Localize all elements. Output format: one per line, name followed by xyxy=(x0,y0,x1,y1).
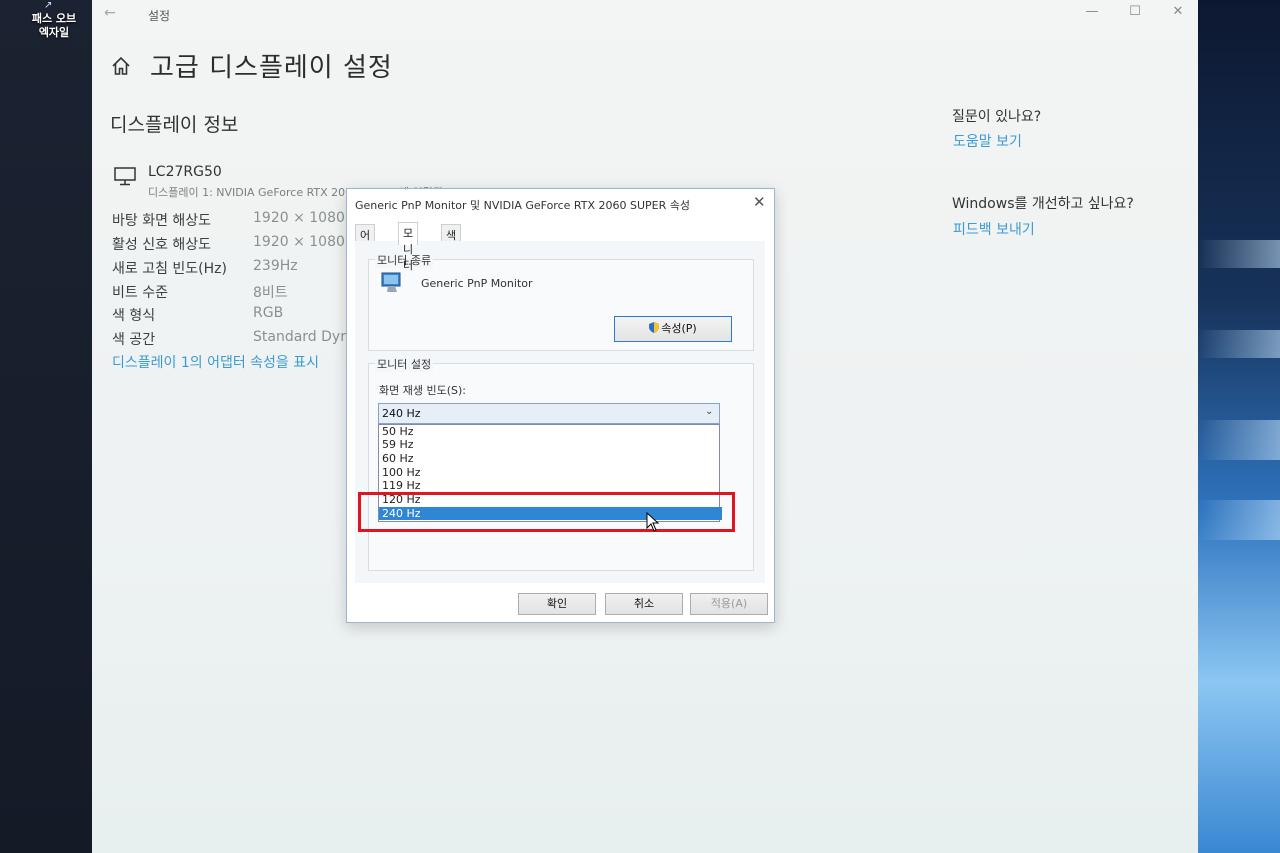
adapter-properties-link[interactable]: 디스플레이 1의 어댑터 속성을 표시 xyxy=(112,352,319,372)
info-value: 1920 × 1080 xyxy=(253,234,345,250)
info-label: 비트 수준 xyxy=(112,285,168,301)
apply-button[interactable]: 적용(A) xyxy=(690,593,768,615)
monitor-name: LC27RG50 xyxy=(148,164,222,180)
settings-titlebar: ← 설정 — ☐ ✕ xyxy=(92,0,1198,30)
desktop-icon-label-line2: 엑자일 xyxy=(38,26,70,39)
cancel-button[interactable]: 취소 xyxy=(605,593,683,615)
info-value: 8비트 xyxy=(253,285,288,301)
wallpaper-light-beam xyxy=(1198,420,1280,460)
dropdown-option[interactable]: 59 Hz xyxy=(379,438,722,451)
pnp-monitor-icon xyxy=(381,272,401,292)
dialog-title: Generic PnP Monitor 및 NVIDIA GeForce RTX… xyxy=(355,199,690,212)
info-value: Standard Dyna xyxy=(253,329,358,345)
desktop-icon-label-line1: 패스 오브 xyxy=(31,12,77,25)
refresh-rate-select[interactable]: 240 Hz ⌄ xyxy=(378,403,720,424)
monitor-icon xyxy=(114,167,136,186)
monitor-type-name: Generic PnP Monitor xyxy=(421,277,533,290)
section-title: 디스플레이 정보 xyxy=(110,114,239,136)
dropdown-option[interactable]: 119 Hz xyxy=(379,479,722,492)
dialog-close-icon[interactable]: ✕ xyxy=(753,193,766,211)
desktop-wallpaper-right xyxy=(1198,0,1280,853)
monitor-properties-dialog: Generic PnP Monitor 및 NVIDIA GeForce RTX… xyxy=(346,188,775,623)
help-question: 질문이 있나요? xyxy=(952,109,1042,125)
refresh-rate-label: 화면 재생 빈도(S): xyxy=(379,384,466,397)
home-icon[interactable] xyxy=(110,55,132,77)
info-value: 239Hz xyxy=(253,258,298,274)
chevron-down-icon: ⌄ xyxy=(705,406,714,417)
back-arrow-icon[interactable]: ← xyxy=(104,5,116,21)
maximize-icon[interactable]: ☐ xyxy=(1125,4,1145,19)
info-label: 활성 신호 해상도 xyxy=(112,237,212,253)
wallpaper-light-beam xyxy=(1198,240,1280,268)
info-label: 새로 고침 빈도(Hz) xyxy=(112,261,227,277)
ok-button[interactable]: 확인 xyxy=(518,593,596,615)
feedback-question: Windows를 개선하고 싶나요? xyxy=(952,196,1134,212)
wallpaper-light-beam xyxy=(1198,330,1280,358)
shortcut-arrow-icon: ↗ xyxy=(44,0,53,11)
monitor-settings-group-label: 모니터 설정 xyxy=(375,356,434,372)
properties-button[interactable]: 속성(P) xyxy=(614,316,732,342)
feedback-link[interactable]: 피드백 보내기 xyxy=(953,219,1035,239)
settings-window-title: 설정 xyxy=(148,9,171,23)
minimize-icon[interactable]: — xyxy=(1082,4,1102,19)
refresh-rate-value: 240 Hz xyxy=(382,407,421,420)
properties-button-label: 속성(P) xyxy=(661,322,697,335)
page-title: 고급 디스플레이 설정 xyxy=(150,53,393,83)
info-value: RGB xyxy=(253,305,284,321)
info-label: 색 형식 xyxy=(112,308,156,324)
tab-monitor[interactable]: 모니터 xyxy=(398,222,419,272)
info-label: 바탕 화면 해상도 xyxy=(112,213,212,229)
mouse-cursor-icon xyxy=(646,512,660,532)
info-value: 1920 × 1080 xyxy=(253,210,345,226)
wallpaper-light-beam xyxy=(1198,500,1280,540)
info-label: 색 공간 xyxy=(112,332,156,348)
dropdown-option[interactable]: 60 Hz xyxy=(379,452,722,465)
highlight-box xyxy=(358,492,735,532)
close-icon[interactable]: ✕ xyxy=(1168,4,1188,19)
desktop-icon-label[interactable]: 패스 오브 엑자일 xyxy=(26,12,82,40)
dropdown-option[interactable]: 100 Hz xyxy=(379,466,722,479)
help-link[interactable]: 도움말 보기 xyxy=(953,131,1022,151)
uac-shield-icon xyxy=(649,322,660,333)
desktop-left-strip: ↗ 패스 오브 엑자일 xyxy=(0,0,92,853)
dropdown-option[interactable]: 50 Hz xyxy=(379,425,722,438)
